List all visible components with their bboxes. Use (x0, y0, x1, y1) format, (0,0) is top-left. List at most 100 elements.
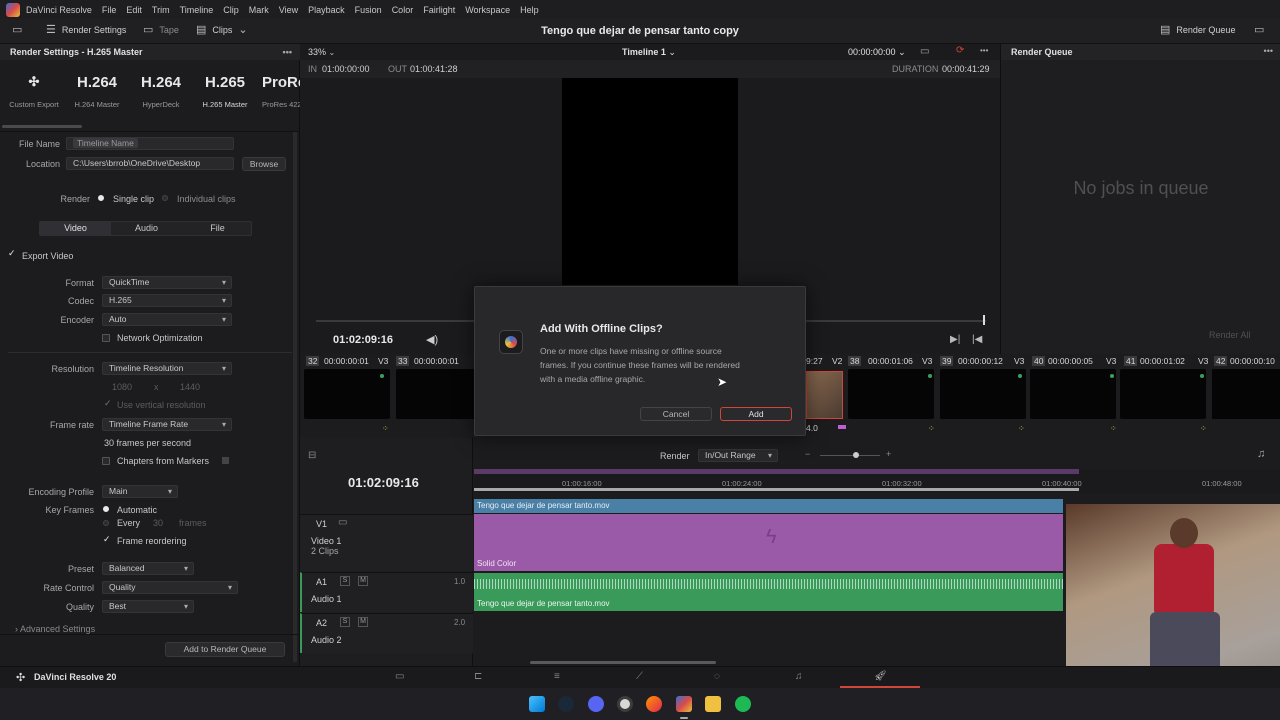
last-frame-icon[interactable]: |◀ (972, 334, 982, 345)
film-icon[interactable]: ▭ (338, 517, 347, 528)
encoding-profile-dropdown[interactable]: Main (102, 485, 178, 498)
preset-dropdown[interactable]: Balanced (102, 562, 194, 575)
tab-audio[interactable]: Audio (111, 222, 182, 235)
zoom-slider[interactable] (820, 455, 880, 456)
menu-help[interactable]: Help (520, 5, 539, 15)
track-header-a1[interactable]: A1 S M 1.0 Audio 1 (300, 572, 473, 612)
more-options-icon[interactable]: ••• (283, 47, 292, 57)
clip-thumbnail-partial[interactable]: 9:27 V2 4.0 (806, 354, 846, 438)
preset-h264-master[interactable]: H.264 H.264 Master (70, 74, 124, 109)
zoom-dropdown[interactable]: 33% ⌄ (308, 47, 335, 58)
clip-thumbnail[interactable]: 40 00:00:00:05 V3 ⁘ (1028, 354, 1120, 438)
codec-dropdown[interactable]: H.265 (102, 294, 232, 307)
more-options-icon[interactable]: ••• (1264, 46, 1273, 56)
preset-h265-master[interactable]: H.265 H.265 Master (198, 74, 252, 109)
clip-thumbnail[interactable]: 38 00:00:01:06 V3 ⁘ (844, 354, 936, 438)
clip-thumbnail[interactable]: 33 00:00:00:01 (392, 354, 482, 438)
zoom-in-icon[interactable]: + (886, 449, 891, 459)
edit-page-icon[interactable]: ≡ (554, 671, 560, 682)
menu-view[interactable]: View (279, 5, 298, 15)
menu-mark[interactable]: Mark (249, 5, 269, 15)
viewer-options-icon[interactable]: ▭ (920, 46, 929, 57)
menu-file[interactable]: File (102, 5, 117, 15)
preset-custom-export[interactable]: ✣ Custom Export (4, 74, 64, 109)
preset-prores-422[interactable]: ProRe ProRes 422 (262, 74, 300, 109)
track-header-a2[interactable]: A2 S M 2.0 Audio 2 (300, 613, 473, 653)
menu-edit[interactable]: Edit (126, 5, 142, 15)
video-clip-top[interactable]: Tengo que dejar de pensar tanto.mov (474, 499, 1063, 513)
add-to-render-queue-button[interactable]: Add to Render Queue (165, 642, 285, 657)
mute-button[interactable]: M (358, 617, 368, 627)
panel-toggle-icon[interactable]: ▭ (1254, 25, 1264, 36)
timeline-ruler[interactable]: 01:00:16:00 01:00:24:00 01:00:32:00 01:0… (474, 469, 1280, 493)
menu-color[interactable]: Color (392, 5, 414, 15)
tab-file[interactable]: File (182, 222, 253, 235)
location-field[interactable]: C:\Users\brrob\OneDrive\Desktop (66, 157, 234, 170)
obs-icon[interactable] (617, 696, 633, 712)
audio-meter-icon[interactable]: ♫ (1257, 448, 1265, 460)
vertical-resolution-checkbox[interactable] (104, 398, 112, 409)
render-all-button[interactable]: Render All (1209, 330, 1251, 340)
single-clip-radio[interactable] (98, 195, 104, 201)
menu-playback[interactable]: Playback (308, 5, 345, 15)
volume-icon[interactable]: ◀) (426, 333, 438, 346)
settings-scrollbar[interactable] (293, 132, 297, 662)
track-header-v1[interactable]: V1 ▭ Video 1 2 Clips (300, 514, 473, 571)
timeline-selector[interactable]: Timeline 1 ⌄ (622, 47, 676, 58)
discord-icon[interactable] (588, 696, 604, 712)
cancel-button[interactable]: Cancel (640, 407, 712, 421)
solo-button[interactable]: S (340, 617, 350, 627)
cut-page-icon[interactable]: ⊏ (474, 671, 482, 682)
menu-fusion[interactable]: Fusion (355, 5, 382, 15)
every-frames-input[interactable]: 30 (153, 518, 163, 528)
deliver-page-icon[interactable]: 🚀︎ (874, 671, 887, 682)
clip-thumbnail[interactable]: 39 00:00:00:12 V3 ⁘ (936, 354, 1028, 438)
media-page-icon[interactable]: ▭ (395, 671, 404, 682)
more-options-icon[interactable]: ••• (980, 46, 988, 55)
audio-clip[interactable]: Tengo que dejar de pensar tanto.mov (474, 573, 1063, 611)
zoom-slider-handle[interactable] (853, 452, 859, 458)
render-range-dropdown[interactable]: In/Out Range (698, 449, 778, 462)
frame-rate-dropdown[interactable]: Timeline Frame Rate (102, 418, 232, 431)
file-explorer-icon[interactable] (705, 696, 721, 712)
clip-thumbnail[interactable]: 32 00:00:00:01 V3 ⁘ (300, 354, 390, 438)
menu-trim[interactable]: Trim (152, 5, 170, 15)
steam-icon[interactable] (558, 696, 574, 712)
key-frames-every-radio[interactable] (103, 520, 109, 526)
windows-start-icon[interactable] (529, 696, 545, 712)
clip-thumbnail[interactable]: 41 00:00:01:02 V3 ⁘ (1120, 354, 1212, 438)
format-dropdown[interactable]: QuickTime (102, 276, 232, 289)
chapters-checkbox[interactable] (102, 457, 110, 465)
clip-thumbnail[interactable]: 42 00:00:00:10 (1212, 354, 1280, 438)
browse-button[interactable]: Browse (242, 157, 286, 171)
davinci-resolve-icon[interactable] (676, 696, 692, 712)
next-frame-icon[interactable]: ▶| (950, 334, 960, 345)
color-page-icon[interactable]: ◌ (714, 671, 720, 682)
fusion-page-icon[interactable]: ⟋ (636, 671, 643, 682)
add-button[interactable]: Add (720, 407, 792, 421)
encoder-dropdown[interactable]: Auto (102, 313, 232, 326)
spotify-icon[interactable] (735, 696, 751, 712)
render-queue-button[interactable]: ▤ Render Queue (1160, 25, 1235, 36)
timeline-scrollbar[interactable] (530, 661, 716, 664)
rate-control-dropdown[interactable]: Quality (102, 581, 238, 594)
network-optimization-checkbox[interactable] (102, 334, 110, 342)
scrubber-playhead[interactable] (983, 315, 985, 325)
menu-clip[interactable]: Clip (223, 5, 239, 15)
fairlight-page-icon[interactable]: ♫ (795, 671, 803, 682)
tab-video[interactable]: Video (40, 222, 111, 235)
frame-reordering-checkbox[interactable] (103, 534, 111, 545)
chapters-color-icon[interactable] (222, 457, 229, 464)
mute-button[interactable]: M (358, 576, 368, 586)
advanced-settings-toggle[interactable]: › Advanced Settings (15, 624, 95, 634)
file-name-field[interactable]: Timeline Name (66, 137, 234, 150)
individual-clips-radio[interactable] (162, 195, 168, 201)
resolution-dropdown[interactable]: Timeline Resolution (102, 362, 232, 375)
menu-workspace[interactable]: Workspace (465, 5, 510, 15)
video-preview[interactable] (562, 78, 738, 285)
timeline-options-icon[interactable]: ⊟ (308, 450, 316, 461)
key-frames-automatic-radio[interactable] (103, 506, 109, 512)
presets-scrollbar[interactable] (2, 125, 82, 128)
quality-dropdown[interactable]: Best (102, 600, 194, 613)
preset-hyperdeck[interactable]: H.264 HyperDeck (134, 74, 188, 109)
